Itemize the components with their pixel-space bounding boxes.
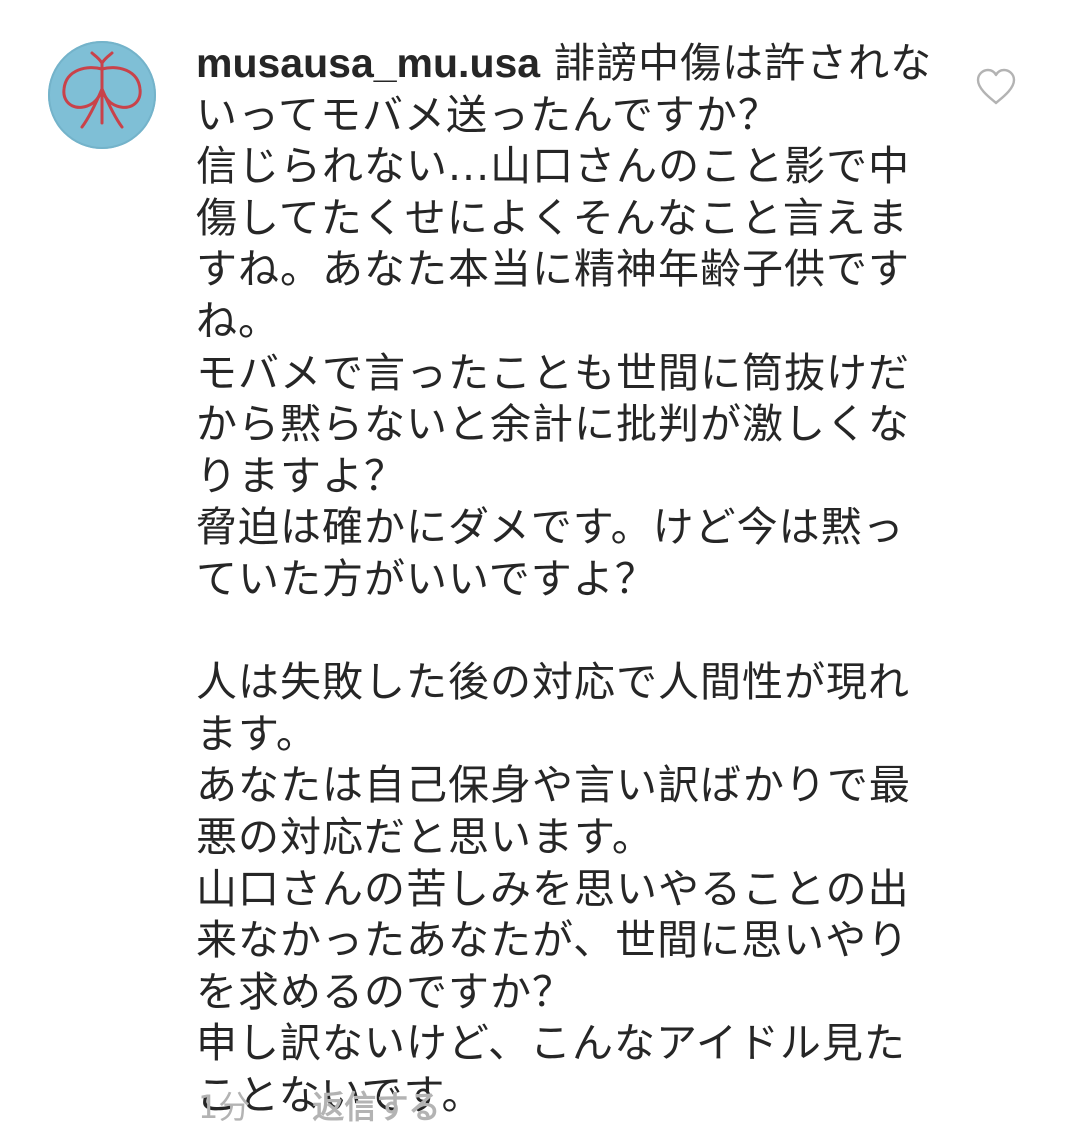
comment-meta: 1分 返信する — [198, 1080, 440, 1130]
like-button[interactable] — [975, 68, 1017, 106]
comment-item: musausa_mu.usa 誹謗中傷は許されないってモバメ送ったんですか？ 信… — [0, 0, 1080, 1143]
comment-text: 誹謗中傷は許されないってモバメ送ったんですか？ 信じられない...山口さんのこと… — [196, 39, 933, 1119]
comment-body: musausa_mu.usa 誹謗中傷は許されないってモバメ送ったんですか？ 信… — [196, 38, 936, 1121]
user-avatar[interactable] — [48, 41, 156, 149]
heart-outline-icon — [976, 68, 1016, 105]
comment-username[interactable]: musausa_mu.usa — [196, 40, 540, 86]
reply-button[interactable]: 返信する — [312, 1082, 440, 1128]
butterfly-avatar-icon — [62, 51, 142, 129]
comment-timestamp: 1分 — [198, 1088, 251, 1126]
